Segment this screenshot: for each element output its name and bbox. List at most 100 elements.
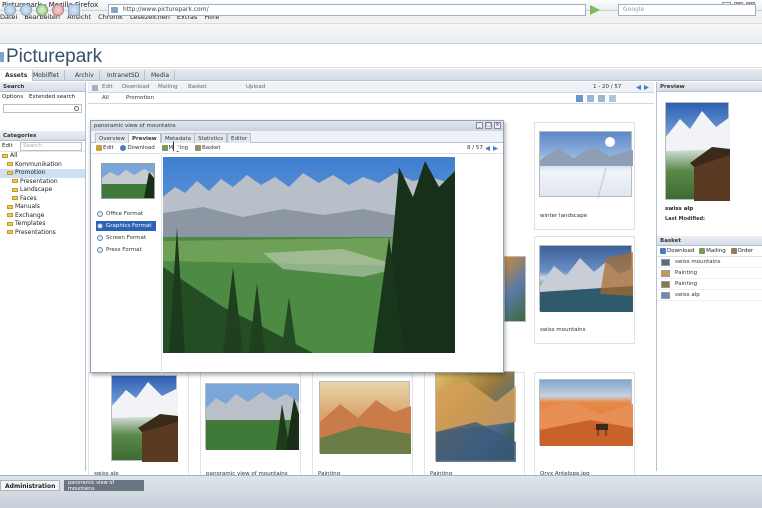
basket-item[interactable]: swiss mountains <box>657 257 762 268</box>
asset-thumbnail[interactable] <box>539 379 633 446</box>
sort-icon[interactable] <box>609 95 616 102</box>
grid-edit-button[interactable]: Edit <box>102 82 113 93</box>
asset-tile[interactable]: swiss mountains <box>534 236 635 344</box>
stop-icon[interactable] <box>52 4 64 16</box>
tree-item-label: Presentations <box>15 228 56 236</box>
format-press[interactable]: Press Format <box>96 245 156 255</box>
forward-icon[interactable] <box>20 4 32 16</box>
tab-statistics[interactable]: Statistics <box>194 133 228 143</box>
filter-promotion[interactable]: Promotion <box>126 93 154 104</box>
asset-thumbnail[interactable] <box>111 375 178 462</box>
hidden-asset-thumbnail[interactable] <box>504 256 526 322</box>
basket-item[interactable]: Painting <box>657 279 762 290</box>
grid-basket-button[interactable]: Basket <box>188 82 207 93</box>
dialog-edit-button[interactable]: Edit <box>103 145 114 151</box>
asset-tile[interactable]: swiss alp <box>88 372 189 480</box>
format-office[interactable]: Office Format <box>96 209 156 219</box>
dialog-preview-image[interactable] <box>163 157 455 353</box>
asset-tile[interactable]: Painting <box>424 371 525 480</box>
tab-preview[interactable]: Preview <box>128 133 161 143</box>
asset-tile[interactable]: panoramic view of mountains <box>200 372 301 480</box>
dialog-next-icon[interactable] <box>493 146 498 151</box>
format-radio-icon <box>97 211 103 217</box>
tab-intranet[interactable]: IntranetSD <box>102 70 146 81</box>
winter-image <box>540 137 633 198</box>
categories-edit-button[interactable]: Edit <box>2 143 13 149</box>
format-graphics[interactable]: Graphics Format <box>96 221 156 231</box>
view-icon[interactable] <box>92 85 98 91</box>
grid-download-button[interactable]: Download <box>122 82 149 93</box>
back-icon[interactable] <box>4 4 16 16</box>
tab-mobilfiet[interactable]: Mobilfiet <box>28 70 65 81</box>
tree-item[interactable]: Presentations <box>0 229 85 238</box>
tab-archiv[interactable]: Archiv <box>70 70 100 81</box>
list-view-icon[interactable] <box>587 95 594 102</box>
basket-download-button[interactable]: Download <box>667 248 694 254</box>
asset-thumbnail[interactable] <box>539 131 633 198</box>
tree-item[interactable]: Landscape <box>0 186 85 195</box>
format-screen[interactable]: Screen Format <box>96 233 156 243</box>
order-icon <box>730 247 737 254</box>
thumbnail-view-icon[interactable] <box>576 95 583 102</box>
search-options-link[interactable]: Options <box>2 94 23 100</box>
left-sidebar: Search Options Extended search Categorie… <box>0 82 86 471</box>
asset-thumbnail[interactable] <box>319 381 411 454</box>
basket-thumbnail <box>661 292 670 299</box>
asset-thumbnail[interactable] <box>435 371 516 462</box>
upload-button[interactable]: Upload <box>246 82 265 93</box>
extended-search-link[interactable]: Extended search <box>29 94 75 100</box>
right-sidebar: Preview swiss alp Last Modified: Basket … <box>656 82 762 471</box>
dialog-prev-icon[interactable] <box>485 146 490 151</box>
dialog-thumbnail[interactable] <box>101 163 155 199</box>
tree-item[interactable]: All <box>0 152 85 161</box>
basket-item[interactable]: swiss alp <box>657 290 762 301</box>
asset-tile[interactable]: Painting <box>312 372 413 480</box>
tab-editor[interactable]: Editor <box>227 133 252 143</box>
home-icon[interactable] <box>68 4 80 16</box>
dialog-basket-button[interactable]: Basket <box>202 145 221 151</box>
tree-item[interactable]: Presentation <box>0 178 85 187</box>
asset-tile[interactable]: Oryx Antelope.jpg <box>534 372 635 480</box>
tree-item[interactable]: Promotion <box>0 169 85 178</box>
left-search-field[interactable] <box>3 104 82 113</box>
preview-image[interactable] <box>665 102 730 201</box>
reload-icon[interactable] <box>36 4 48 16</box>
prev-page-icon[interactable] <box>636 85 641 90</box>
dialog-close-button[interactable]: × <box>494 122 501 129</box>
dialog-minimize-button[interactable]: _ <box>476 122 483 129</box>
taskbar-dialog[interactable]: panoramic view of mountains <box>64 480 144 491</box>
asset-thumbnail[interactable] <box>539 245 633 312</box>
asset-tile[interactable]: winter landscape <box>534 122 635 230</box>
dialog-title: panoramic view of mountains <box>94 123 176 129</box>
app-tabs: Assets Mobilfiet Archiv IntranetSD Media <box>0 69 762 81</box>
web-search-input[interactable]: Google <box>618 4 756 16</box>
basket-order-button[interactable]: Order <box>738 248 754 254</box>
detail-view-icon[interactable] <box>598 95 605 102</box>
filter-all[interactable]: All <box>102 93 109 104</box>
next-page-icon[interactable] <box>644 85 649 90</box>
tree-item[interactable]: Exchange <box>0 212 85 221</box>
tree-item[interactable]: Templates <box>0 220 85 229</box>
mountains-image <box>540 252 633 312</box>
asset-thumbnail[interactable] <box>205 383 299 450</box>
grid-pager: 1 - 20 / 57 <box>593 84 622 90</box>
tree-item[interactable]: Manuals <box>0 203 85 212</box>
basket-mailing-button[interactable]: Mailing <box>706 248 726 254</box>
categories-search-input[interactable]: Search <box>20 142 82 151</box>
dialog-maximize-button[interactable]: □ <box>485 122 492 129</box>
url-input[interactable]: http://www.picturepark.com/ <box>108 4 586 16</box>
tab-metadata[interactable]: Metadata <box>161 133 196 143</box>
basket-item[interactable]: Painting <box>657 268 762 279</box>
tree-item[interactable]: Kommunikation <box>0 161 85 170</box>
grid-mailing-button[interactable]: Mailing <box>158 82 178 93</box>
dialog-download-button[interactable]: Download <box>127 145 154 151</box>
download-icon <box>660 247 666 254</box>
tab-media[interactable]: Media <box>146 70 176 81</box>
search-icon[interactable] <box>74 106 79 111</box>
basket-header: Basket <box>657 236 762 246</box>
tab-overview[interactable]: Overview <box>95 133 129 143</box>
preview-meta: Last Modified: <box>665 216 706 222</box>
tree-item[interactable]: Faces <box>0 195 85 204</box>
taskbar-administration[interactable]: Administration <box>0 480 61 491</box>
alp-image <box>112 382 178 462</box>
